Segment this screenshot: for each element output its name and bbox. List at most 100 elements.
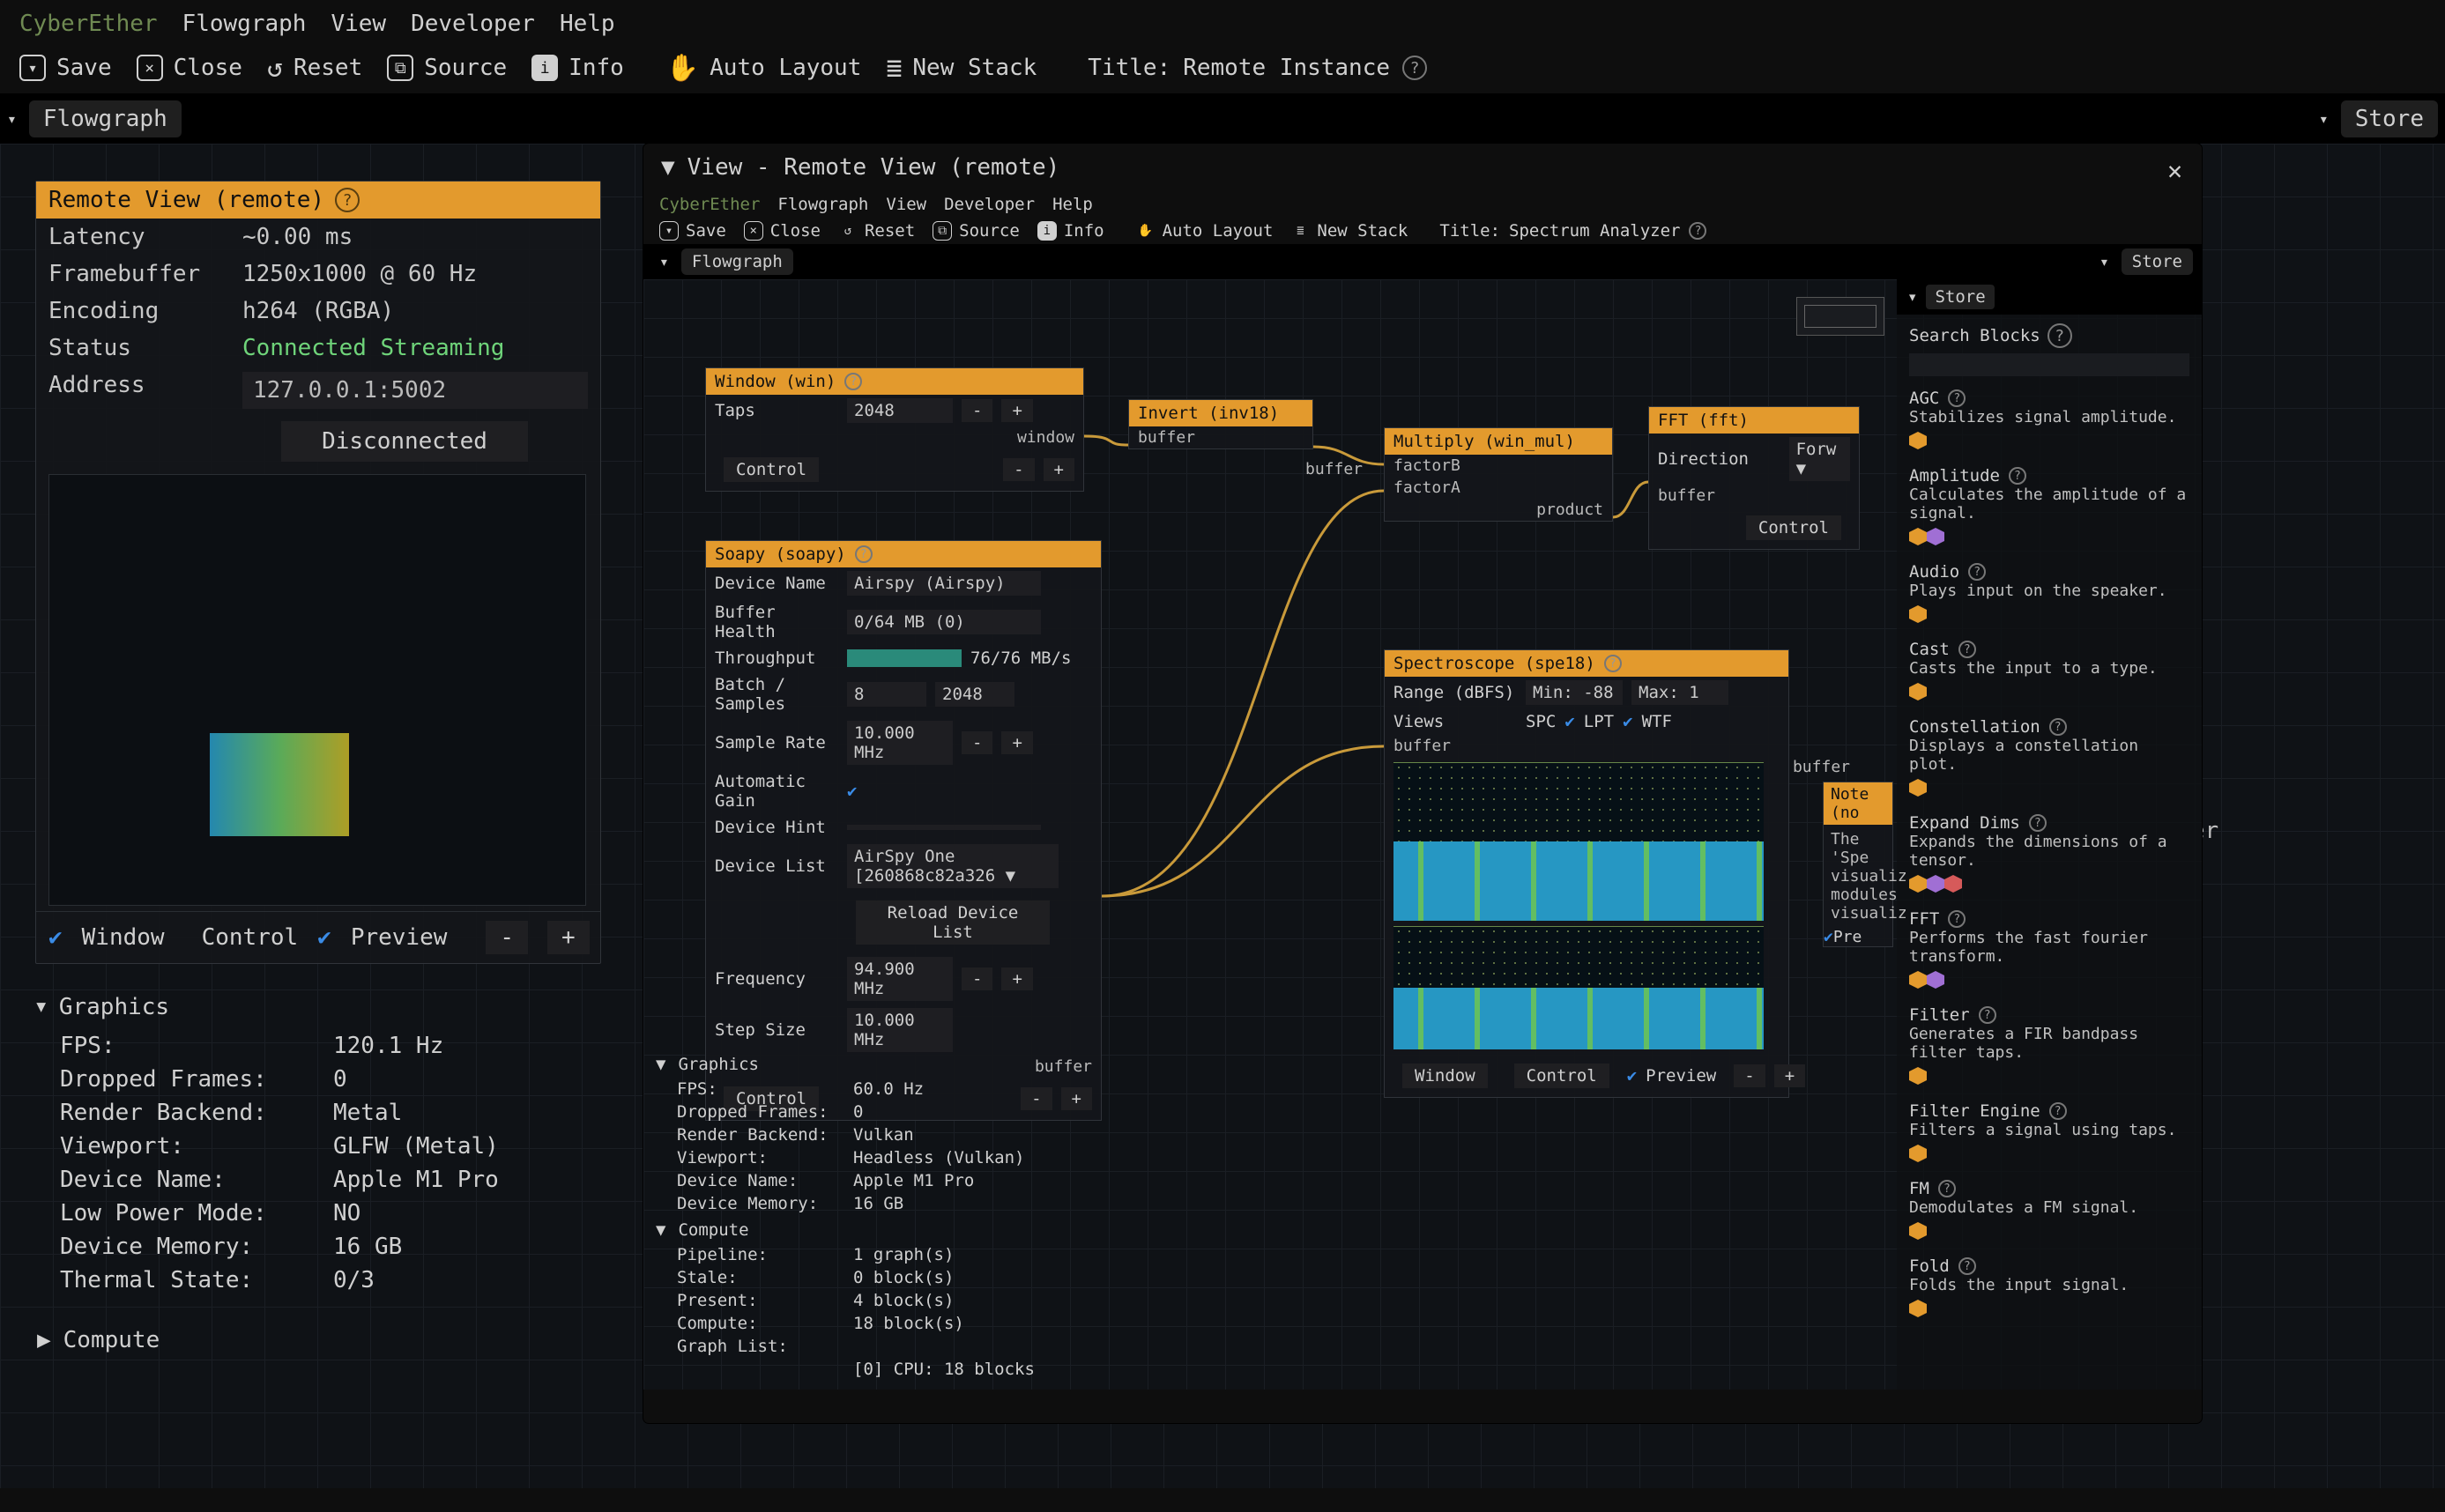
- output-port[interactable]: buffer: [1297, 458, 1371, 480]
- window-close-button[interactable]: ✕: [2167, 156, 2182, 185]
- save-button[interactable]: ▾Save: [19, 55, 112, 81]
- help-icon[interactable]: ?: [335, 188, 360, 212]
- plus-button[interactable]: +: [1001, 731, 1032, 754]
- input-port[interactable]: factorB: [1385, 455, 1612, 477]
- minus-button[interactable]: -: [962, 967, 992, 990]
- menu-view[interactable]: View: [331, 11, 386, 37]
- inner-close-button[interactable]: ×Close: [744, 221, 821, 241]
- store-item[interactable]: Cast? Casts the input to a type.: [1909, 640, 2189, 705]
- help-icon[interactable]: ?: [1689, 222, 1706, 240]
- max-input[interactable]: Max: 1: [1631, 680, 1728, 705]
- stepsize-input[interactable]: 10.000 MHz: [847, 1008, 953, 1052]
- window-button[interactable]: Window: [1402, 1064, 1488, 1088]
- store-item[interactable]: Audio? Plays input on the speaker.: [1909, 562, 2189, 627]
- inner-info-button[interactable]: iInfo: [1037, 221, 1104, 241]
- spectroscope-node[interactable]: Spectroscope (spe18)? Range (dBFS) Min: …: [1384, 649, 1789, 1098]
- check-icon[interactable]: ✔: [1824, 928, 1833, 946]
- source-button[interactable]: ⧉Source: [387, 55, 507, 81]
- reload-button[interactable]: Reload Device List: [856, 901, 1050, 945]
- view-spc[interactable]: SPC: [1526, 712, 1556, 731]
- store-item[interactable]: AGC? Stabilizes signal amplitude.: [1909, 389, 2189, 454]
- remote-view-node[interactable]: Remote View (remote)? Latency~0.00 ms Fr…: [35, 181, 601, 964]
- output-port[interactable]: window: [706, 426, 1083, 448]
- help-icon[interactable]: ?: [1948, 389, 1966, 407]
- store-item[interactable]: Expand Dims? Expands the dimensions of a…: [1909, 813, 2189, 897]
- inner-graphics-section[interactable]: ▼Graphics: [656, 1055, 1185, 1074]
- control-toggle[interactable]: Control: [202, 924, 299, 951]
- info-button[interactable]: iInfo: [531, 55, 624, 81]
- input-port[interactable]: buffer: [1129, 426, 1312, 448]
- input-port[interactable]: factorA: [1385, 477, 1612, 499]
- control-button[interactable]: Control: [1514, 1064, 1609, 1088]
- min-input[interactable]: Min: -88: [1526, 680, 1623, 705]
- zoom-out-button[interactable]: -: [486, 921, 528, 954]
- inner-compute-section[interactable]: ▼Compute: [656, 1220, 1185, 1240]
- inner-save-button[interactable]: ▾Save: [659, 221, 726, 241]
- menu-flowgraph[interactable]: Flowgraph: [182, 11, 307, 37]
- inner-tab-flowgraph[interactable]: ▾Flowgraph: [659, 248, 793, 275]
- menu-help[interactable]: Help: [560, 11, 615, 37]
- check-icon[interactable]: ✔: [317, 924, 331, 951]
- search-input[interactable]: [1909, 353, 2189, 376]
- help-icon[interactable]: ?: [2049, 1102, 2067, 1120]
- address-input[interactable]: 127.0.0.1:5002: [242, 372, 588, 409]
- store-item[interactable]: Filter Engine? Filters a signal using ta…: [1909, 1101, 2189, 1167]
- check-icon[interactable]: ✔: [1623, 712, 1632, 731]
- window-titlebar[interactable]: ▼ View - Remote View (remote) ✕: [643, 144, 2202, 191]
- soapy-node[interactable]: Soapy (soapy)? Device NameAirspy (Airspy…: [705, 540, 1102, 1121]
- output-port[interactable]: buffer: [1784, 756, 1859, 778]
- menu-developer[interactable]: Developer: [411, 11, 535, 37]
- check-icon[interactable]: ✔: [1627, 1066, 1637, 1086]
- check-icon[interactable]: ✔: [847, 782, 857, 801]
- help-icon[interactable]: ?: [2029, 814, 2047, 832]
- help-icon[interactable]: ?: [1979, 1006, 1996, 1024]
- help-icon[interactable]: ?: [1604, 655, 1622, 672]
- help-icon[interactable]: ?: [2049, 718, 2067, 736]
- minus-button[interactable]: -: [962, 731, 992, 754]
- samples-input[interactable]: 2048: [935, 682, 1014, 707]
- title-value[interactable]: Spectrum Analyzer: [1509, 221, 1680, 241]
- view-wtf[interactable]: WTF: [1642, 712, 1672, 731]
- output-port[interactable]: product: [1385, 499, 1612, 521]
- newstack-button[interactable]: ≣New Stack: [886, 55, 1037, 81]
- multiply-node[interactable]: Multiply (win_mul) buffer factorB factor…: [1384, 427, 1613, 522]
- graphics-section[interactable]: ▶Graphics: [37, 994, 601, 1020]
- plus-button[interactable]: +: [1001, 967, 1032, 990]
- help-icon[interactable]: ?: [2009, 467, 2026, 485]
- samplerate-input[interactable]: 10.000 MHz: [847, 721, 953, 765]
- help-icon[interactable]: ?: [2047, 323, 2072, 348]
- help-icon[interactable]: ?: [1958, 1257, 1976, 1275]
- inner-menu-view[interactable]: View: [886, 195, 926, 214]
- window-toggle[interactable]: Window: [82, 924, 165, 951]
- plus-button[interactable]: +: [1044, 458, 1074, 481]
- preview-toggle[interactable]: Pre: [1833, 928, 1862, 946]
- control-button[interactable]: Control: [724, 457, 819, 482]
- autolayout-button[interactable]: ✋Auto Layout: [666, 55, 862, 81]
- plus-button[interactable]: +: [1001, 399, 1032, 422]
- store-item[interactable]: Amplitude? Calculates the amplitude of a…: [1909, 466, 2189, 550]
- help-icon[interactable]: ?: [855, 545, 873, 563]
- store-item[interactable]: FM? Demodulates a FM signal.: [1909, 1179, 2189, 1244]
- direction-select[interactable]: Forw ▼: [1789, 437, 1850, 481]
- check-icon[interactable]: ✔: [1564, 712, 1574, 731]
- store-item[interactable]: Constellation? Displays a constellation …: [1909, 717, 2189, 801]
- minus-button[interactable]: -: [962, 399, 992, 422]
- tab-flowgraph[interactable]: ▾Flowgraph: [7, 100, 182, 137]
- inner-reset-button[interactable]: ↺Reset: [838, 221, 915, 241]
- store-item[interactable]: Filter? Generates a FIR bandpass filter …: [1909, 1005, 2189, 1089]
- check-icon[interactable]: ✔: [48, 924, 63, 951]
- note-node[interactable]: Note (no The 'Spe visualiz modules visua…: [1823, 782, 1893, 947]
- view-lpt[interactable]: LPT: [1584, 712, 1614, 731]
- store-item[interactable]: Fold? Folds the input signal.: [1909, 1256, 2189, 1322]
- inner-menu-flowgraph[interactable]: Flowgraph: [777, 195, 868, 214]
- plus-button[interactable]: +: [1774, 1064, 1805, 1087]
- inner-canvas[interactable]: Window (win)? Taps2048-+ window Control-…: [643, 279, 2202, 1390]
- frequency-input[interactable]: 94.900 MHz: [847, 957, 953, 1001]
- overview-minimap[interactable]: [1796, 297, 1884, 336]
- batch-input[interactable]: 8: [847, 682, 926, 707]
- control-button[interactable]: Control: [1746, 515, 1841, 540]
- input-port[interactable]: buffer: [1385, 735, 1788, 757]
- title-value[interactable]: Remote Instance: [1183, 55, 1390, 81]
- store-item[interactable]: FFT? Performs the fast fourier transform…: [1909, 909, 2189, 993]
- fft-node[interactable]: FFT (fft) DirectionForw ▼ buffer Control: [1648, 406, 1860, 550]
